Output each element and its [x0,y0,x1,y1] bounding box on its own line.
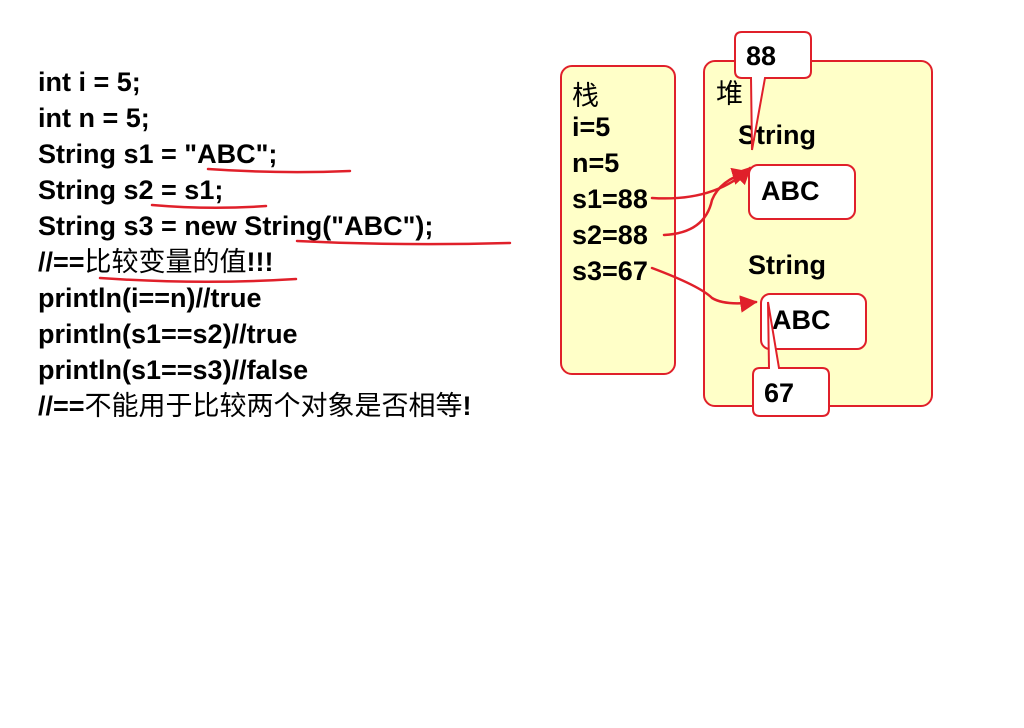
object-value: ABC [772,305,831,335]
stack-var: s2=88 [572,220,648,250]
heap-box [703,60,933,407]
comment-line: //==比较变量的值!!! [38,244,472,280]
comment-prefix: //== [38,391,85,421]
code-line: int i = 5; [38,67,141,97]
stack-var: s3=67 [572,256,648,286]
code-line: println(s1==s3)//false [38,355,309,385]
comment-suffix: !!! [246,247,274,277]
comment-line: //==不能用于比较两个对象是否相等! [38,388,472,424]
code-line: String s1 = "ABC"; [38,139,278,169]
code-line: println(i==n)//true [38,283,262,313]
code-line: println(s1==s2)//true [38,319,298,349]
comment-text: 比较变量的值 [84,247,247,278]
code-line: String s3 = new String("ABC"); [38,211,434,241]
code-line: String s2 = s1; [38,175,224,205]
code-listing: int i = 5; int n = 5; String s1 = "ABC";… [38,64,472,424]
object-value: ABC [761,176,820,206]
object-type-label: String [748,250,826,280]
comment-prefix: //== [38,247,85,277]
callout-67-address: 67 [764,378,795,408]
callout-88-address: 88 [746,41,777,71]
comment-text: 不能用于比较两个对象是否相等 [84,391,463,422]
comment-suffix: ! [462,391,472,421]
heap-title: 堆 [716,79,743,110]
object-type-label: String [738,120,816,150]
stack-var: i=5 [572,112,611,142]
stack-var: s1=88 [572,184,648,214]
stack-var: n=5 [572,148,620,178]
stack-title: 栈 [572,81,599,112]
code-line: int n = 5; [38,103,150,133]
